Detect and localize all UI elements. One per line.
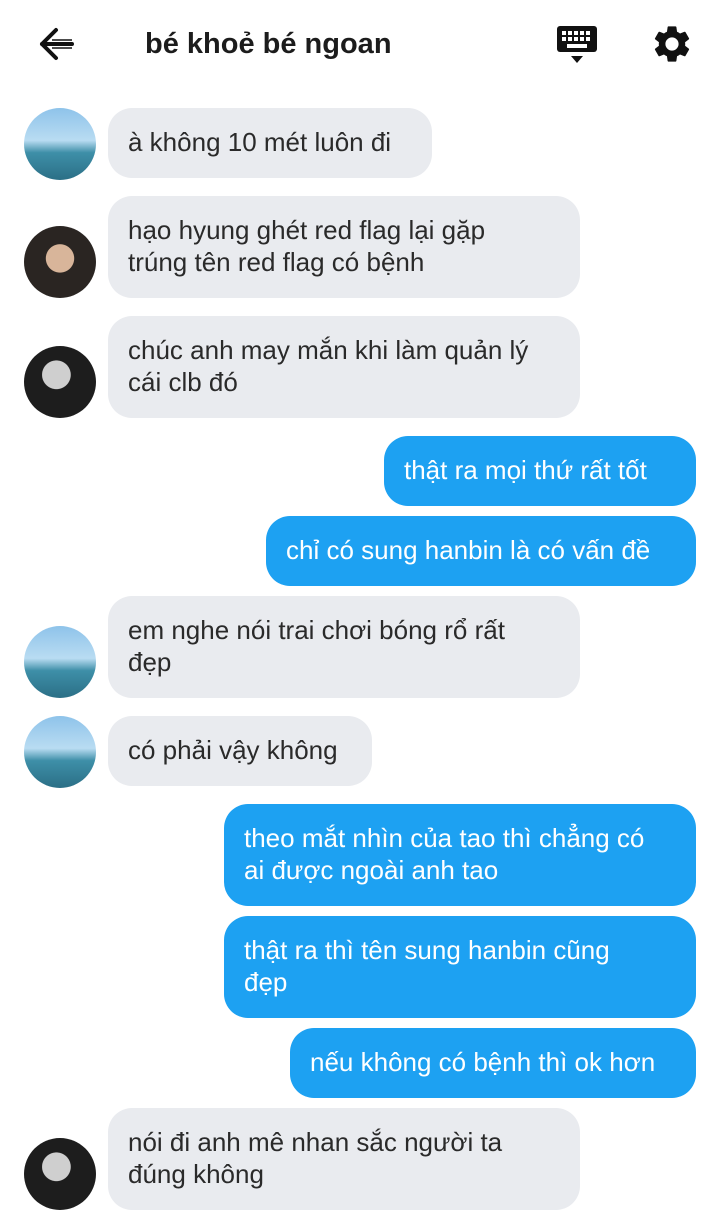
avatar[interactable]	[24, 1138, 96, 1210]
outgoing-message[interactable]: chỉ có sung hanbin là có vấn đề	[266, 516, 696, 586]
incoming-message[interactable]: có phải vậy không	[108, 716, 372, 786]
settings-button[interactable]	[650, 22, 694, 66]
avatar[interactable]	[24, 716, 96, 788]
avatar[interactable]	[24, 226, 96, 298]
avatar[interactable]	[24, 626, 96, 698]
incoming-message[interactable]: nói đi anh mê nhan sắc người ta đúng khô…	[108, 1108, 580, 1210]
incoming-message[interactable]: chúc anh may mắn khi làm quản lý cái clb…	[108, 316, 580, 418]
incoming-message[interactable]: hạo hyung ghét red flag lại gặp trúng tê…	[108, 196, 580, 298]
avatar[interactable]	[24, 108, 96, 180]
chat-title: bé khoẻ bé ngoan	[145, 28, 392, 60]
arrow-left-icon	[40, 28, 74, 60]
message-list[interactable]: à không 10 mét luôn đi hạo hyung ghét re…	[0, 0, 720, 1214]
incoming-message[interactable]: à không 10 mét luôn đi	[108, 108, 432, 178]
avatar[interactable]	[24, 346, 96, 418]
incoming-message[interactable]: em nghe nói trai chơi bóng rổ rất đẹp	[108, 596, 580, 698]
outgoing-message[interactable]: nếu không có bệnh thì ok hơn	[290, 1028, 696, 1098]
outgoing-message[interactable]: thật ra thì tên sung hanbin cũng đẹp	[224, 916, 696, 1018]
back-button[interactable]	[32, 24, 80, 64]
chat-screen: à không 10 mét luôn đi hạo hyung ghét re…	[0, 0, 720, 1214]
chat-header: bé khoẻ bé ngoan	[0, 0, 720, 88]
keyboard-button[interactable]	[554, 22, 600, 68]
outgoing-message[interactable]: thật ra mọi thứ rất tốt	[384, 436, 696, 506]
keyboard-icon	[557, 26, 597, 63]
gear-icon	[654, 26, 690, 62]
outgoing-message[interactable]: theo mắt nhìn của tao thì chẳng có ai đư…	[224, 804, 696, 906]
